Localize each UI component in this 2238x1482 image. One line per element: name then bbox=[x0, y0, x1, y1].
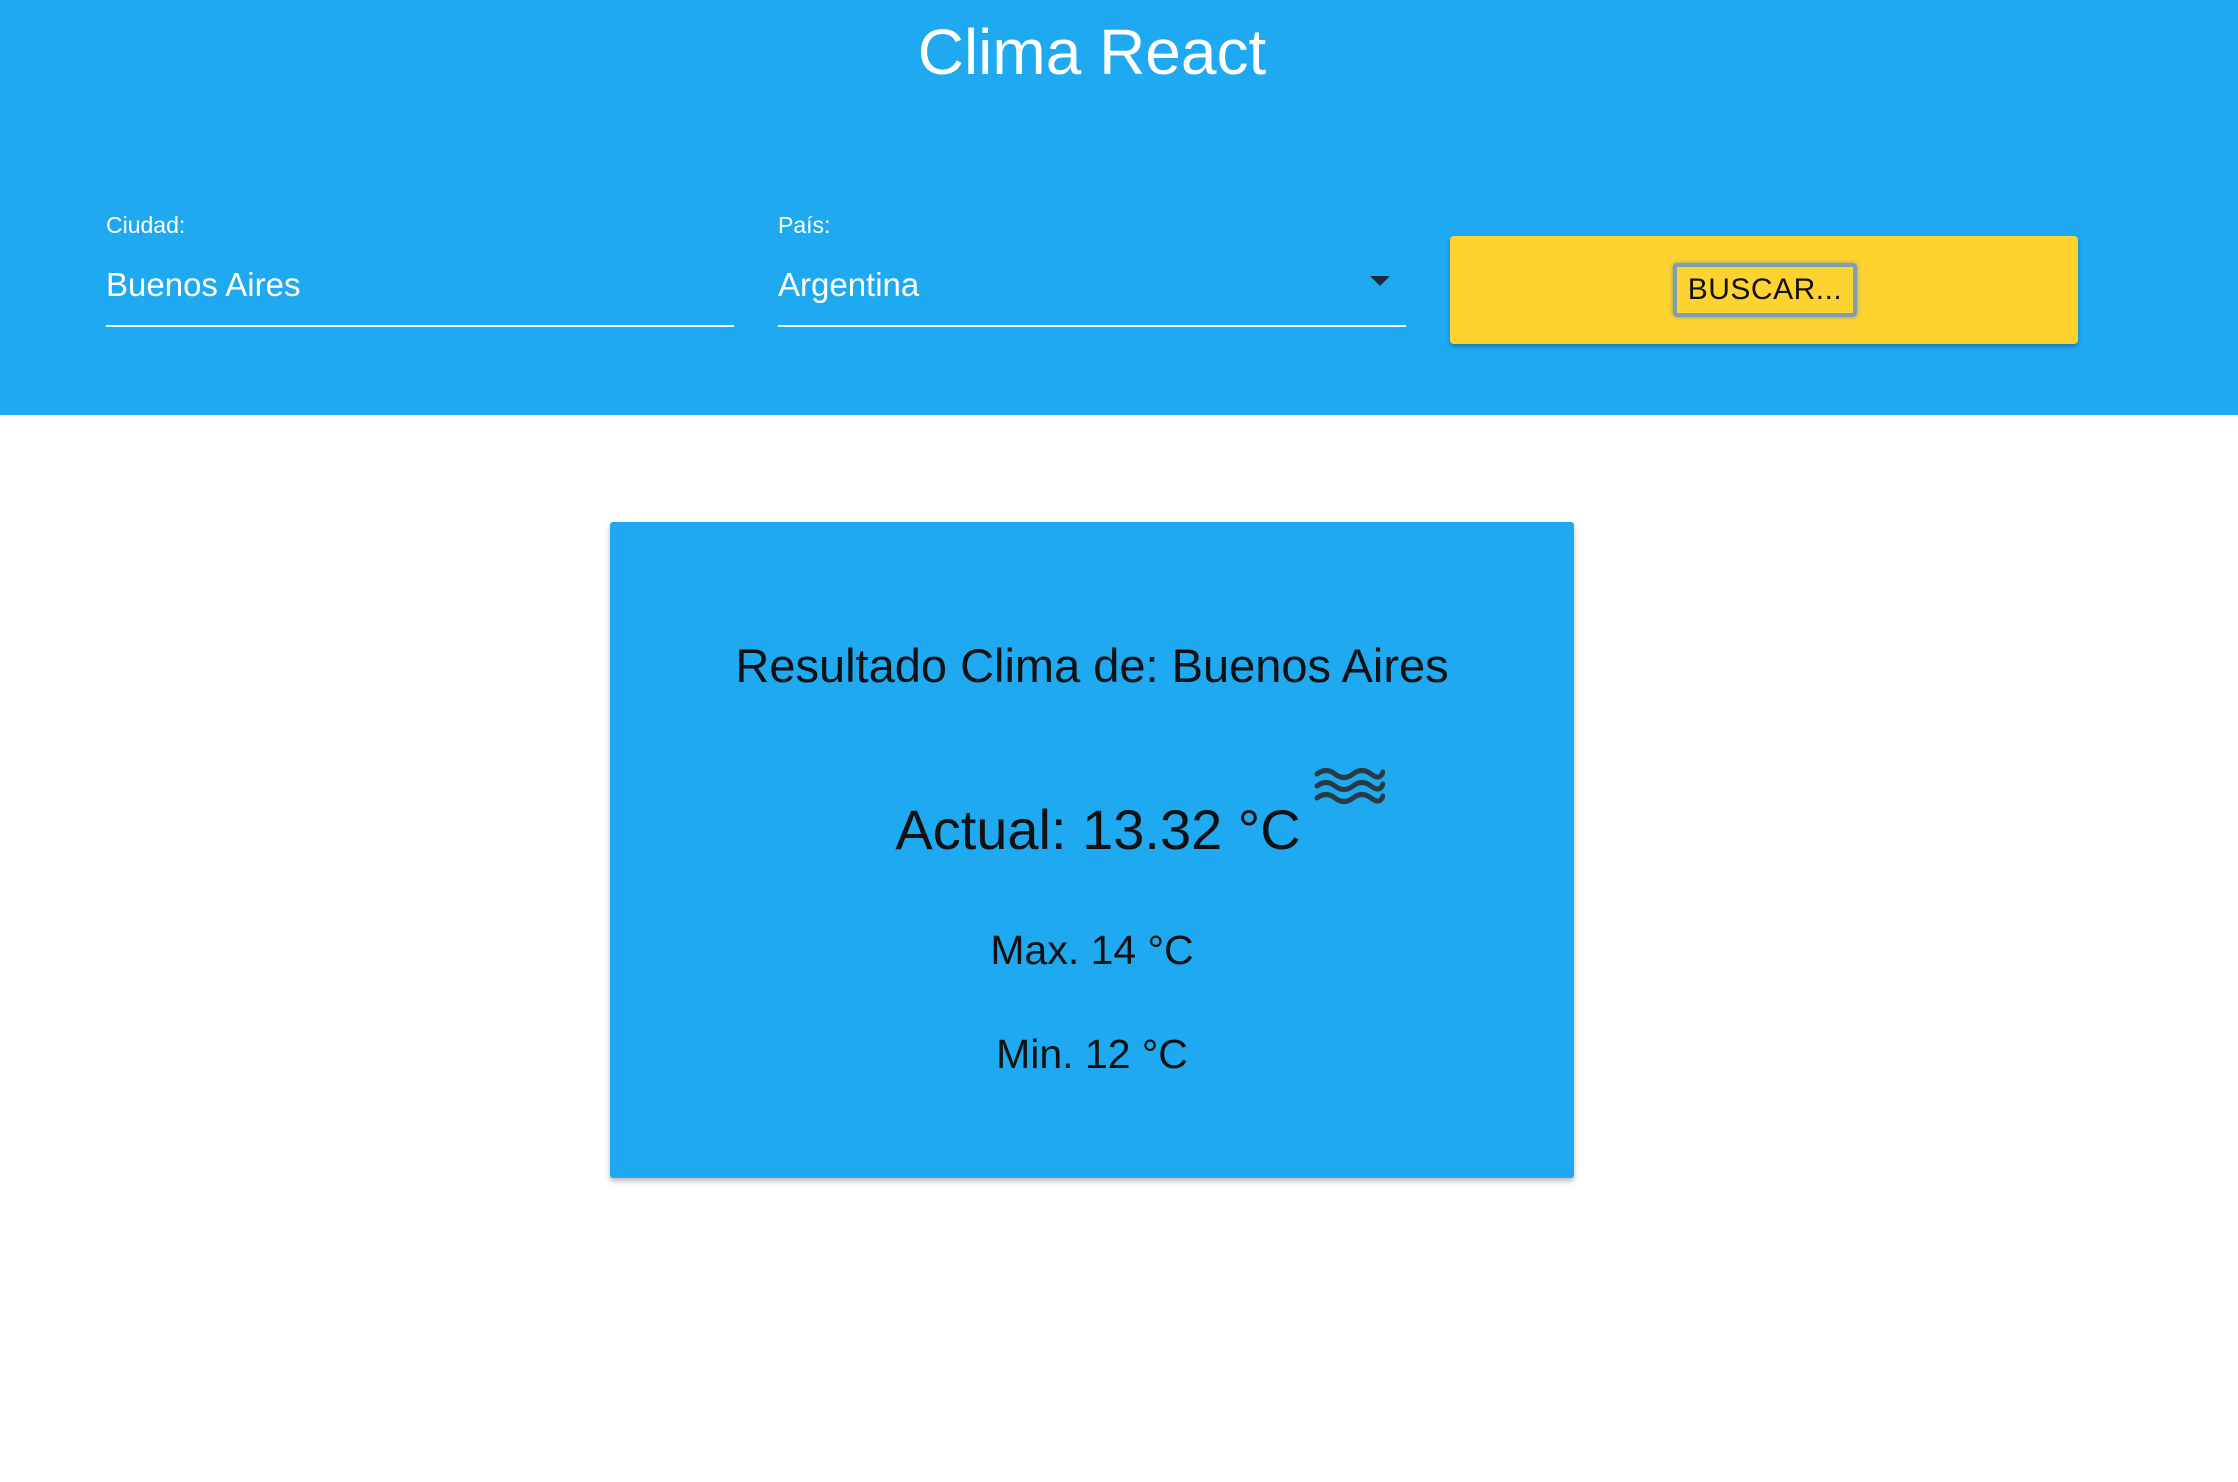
search-button[interactable]: BUSCAR... bbox=[1450, 236, 2078, 344]
result-title: Resultado Clima de: Buenos Aires bbox=[735, 639, 1449, 692]
city-label: Ciudad: bbox=[106, 212, 186, 238]
dropdown-arrow-icon[interactable] bbox=[1370, 276, 1390, 286]
country-label: País: bbox=[778, 212, 831, 238]
current-temperature-text: Actual: 13.32 °C bbox=[895, 798, 1301, 861]
country-field: País: Argentina bbox=[778, 210, 1406, 328]
max-temperature: Max. 14 °C bbox=[990, 927, 1194, 973]
current-temperature: Actual: 13.32 °C bbox=[610, 768, 1574, 870]
app-header: Clima React Ciudad: País: Argentina BUSC… bbox=[0, 0, 2238, 415]
app-title: Clima React bbox=[917, 16, 1267, 88]
country-underline bbox=[778, 325, 1406, 327]
weather-result-card: Resultado Clima de: Buenos Aires Actual:… bbox=[610, 522, 1574, 1178]
min-temperature: Min. 12 °C bbox=[996, 1031, 1188, 1077]
city-underline bbox=[106, 325, 734, 327]
country-select[interactable]: Argentina bbox=[778, 260, 1406, 310]
wind-waves-icon bbox=[1314, 768, 1385, 804]
search-button-label: BUSCAR... bbox=[1673, 263, 1857, 317]
city-field: Ciudad: bbox=[106, 210, 734, 328]
city-input[interactable] bbox=[106, 260, 734, 310]
